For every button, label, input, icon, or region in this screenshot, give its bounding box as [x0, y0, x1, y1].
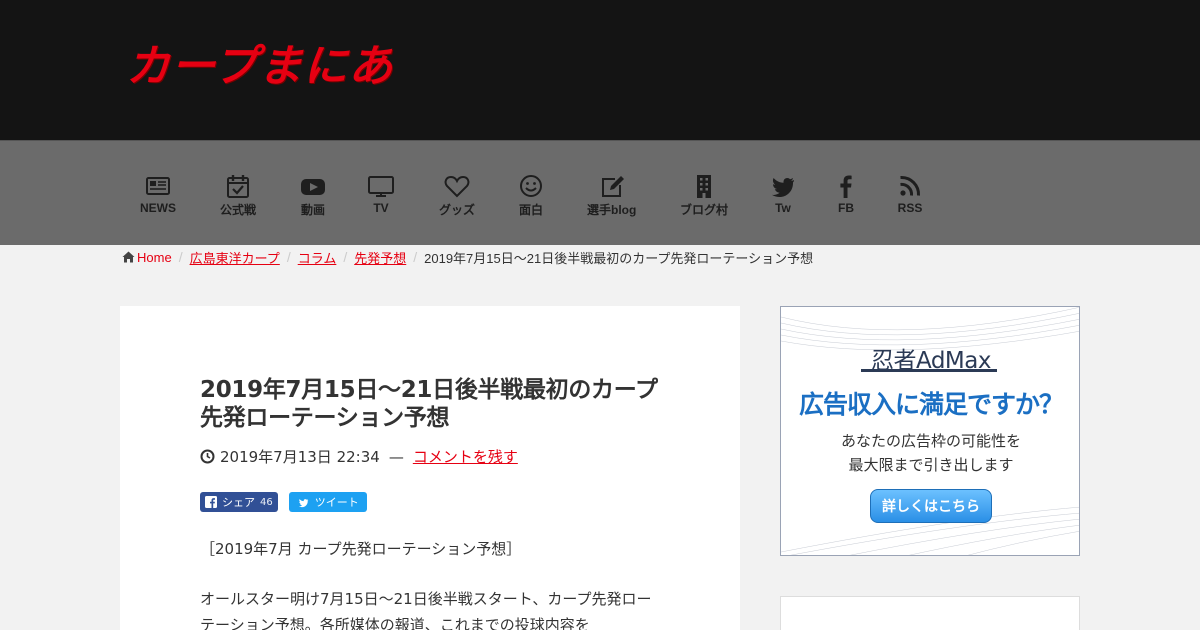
article-paragraph: オールスター明け7月15日～21日後半戦スタート、カープ先発ローテーション予想。…	[200, 590, 652, 630]
nav-official-games[interactable]: 公式戦	[220, 173, 256, 218]
breadcrumb-item-starter[interactable]: 先発予想	[354, 248, 406, 267]
calendar-check-icon	[227, 175, 249, 198]
nav-label: 面白	[518, 203, 543, 217]
nav-tv[interactable]: TV	[367, 173, 395, 215]
breadcrumb-separator: /	[413, 249, 418, 265]
sidebar-ad-banner[interactable]: 忍者AdMax 広告収入に満足ですか？ あなたの広告枠の可能性を 最大限まで引き…	[780, 306, 1080, 556]
breadcrumb-item-carp[interactable]: 広島東洋カープ	[190, 248, 280, 267]
nav-label: 動画	[300, 203, 325, 217]
twitter-icon	[298, 498, 308, 507]
ad-cta-button[interactable]: 詳しくはこちら	[870, 489, 992, 523]
facebook-square-icon	[205, 496, 217, 508]
home-icon	[122, 251, 135, 263]
share-buttons: シェア 46 ツイート	[200, 492, 367, 512]
building-icon	[697, 175, 711, 198]
nav-label: グッズ	[439, 203, 476, 217]
article-meta: 2019年7月13日 22:34 — コメントを残す	[200, 446, 518, 467]
site-logo[interactable]: カープまにあ	[126, 30, 393, 94]
nav-news[interactable]: NEWS	[140, 173, 176, 215]
clock-icon	[200, 449, 215, 464]
ad-subtext-line: 最大限まで引き出します	[848, 456, 1014, 474]
nav-funny[interactable]: 面白	[517, 173, 545, 218]
nav-label: 選手blog	[587, 203, 637, 217]
tv-icon	[368, 176, 394, 197]
article-paragraph: ［2019年7月 カープ先発ローテーション予想］	[200, 540, 522, 558]
breadcrumb-item-column[interactable]: コラム	[298, 248, 337, 267]
comment-link[interactable]: コメントを残す	[413, 446, 518, 467]
breadcrumb: Home / 広島東洋カープ / コラム / 先発予想 / 2019年7月15日…	[122, 248, 813, 266]
ad-headline: 広告収入に満足ですか？	[798, 390, 1064, 419]
tweet-button[interactable]: ツイート	[288, 492, 367, 512]
breadcrumb-current: 2019年7月15日～21日後半戦最初のカープ先発ローテーション予想	[424, 250, 814, 266]
ad-subtext-line: あなたの広告枠の可能性を	[840, 432, 1021, 450]
twitter-icon	[772, 178, 794, 198]
nav-rss[interactable]: RSS	[896, 173, 924, 215]
ad-brand-underline	[861, 369, 997, 372]
nav-label: Tw	[775, 201, 791, 215]
nav-facebook[interactable]: FB	[832, 173, 860, 215]
main-nav: NEWS 公式戦 動画 TV グッズ 面白 選手blog ブログ村 Tw FB …	[0, 140, 1200, 245]
breadcrumb-separator: /	[286, 249, 291, 265]
nav-blog-village[interactable]: ブログ村	[680, 173, 728, 218]
nav-label: 公式戦	[220, 203, 257, 217]
sidebar-widget	[780, 596, 1080, 630]
facebook-share-button[interactable]: シェア 46	[200, 492, 278, 512]
nav-label: ブログ村	[680, 203, 729, 217]
nav-goods[interactable]: グッズ	[439, 173, 475, 218]
nav-player-blog[interactable]: 選手blog	[587, 173, 636, 218]
rss-icon	[900, 175, 921, 196]
meta-separator: —	[388, 447, 404, 466]
newspaper-icon	[146, 177, 170, 195]
breadcrumb-home-label: Home	[137, 249, 172, 265]
nav-video[interactable]: 動画	[299, 173, 327, 218]
article-card: 2019年7月15日～21日後半戦最初のカープ先発ローテーション予想 2019年…	[120, 306, 740, 630]
tweet-label: ツイート	[314, 496, 359, 509]
article-title: 2019年7月15日～21日後半戦最初のカープ先発ローテーション予想	[200, 377, 658, 431]
breadcrumb-separator: /	[343, 249, 348, 265]
breadcrumb-separator: /	[178, 249, 183, 265]
ad-subtext: あなたの広告枠の可能性を 最大限まで引き出します	[781, 429, 1079, 477]
nav-label: FB	[838, 201, 854, 215]
nav-label: RSS	[897, 201, 923, 215]
smile-icon	[520, 175, 542, 197]
facebook-icon	[840, 175, 852, 198]
youtube-icon	[301, 179, 325, 195]
site-header: カープまにあ	[0, 0, 1200, 140]
breadcrumb-home[interactable]: Home	[122, 250, 172, 265]
fb-share-count: 46	[260, 496, 273, 508]
fb-share-label: シェア	[222, 496, 255, 509]
nav-label: NEWS	[140, 201, 176, 215]
edit-icon	[601, 176, 624, 197]
nav-label: TV	[373, 201, 389, 215]
heart-icon	[444, 175, 470, 198]
article-date: 2019年7月13日 22:34	[220, 448, 380, 466]
nav-twitter[interactable]: Tw	[769, 173, 797, 215]
